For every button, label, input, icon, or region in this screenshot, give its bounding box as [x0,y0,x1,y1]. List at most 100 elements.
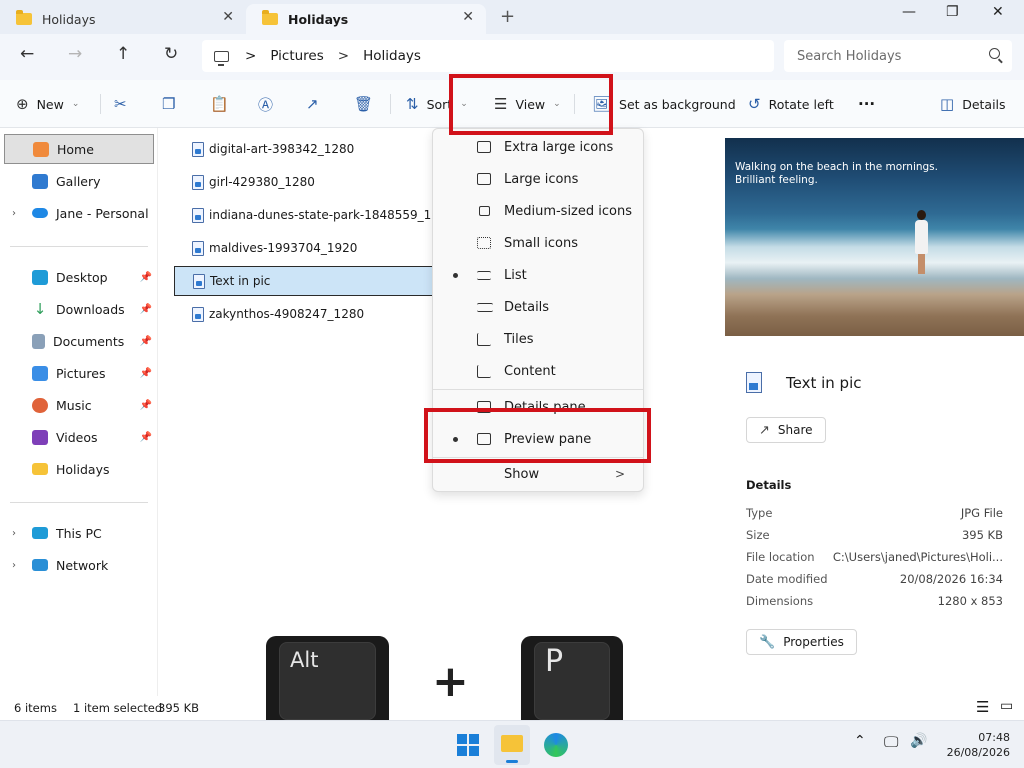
rotate-left-button[interactable]: ↺ Rotate left [748,80,834,128]
gallery-icon [32,173,48,189]
more-options-button[interactable]: ··· [858,80,875,128]
paste-button[interactable]: 📋 [210,80,237,128]
new-tab-button[interactable]: + [500,6,515,27]
breadcrumb-pictures[interactable]: Pictures [270,48,323,64]
back-button[interactable]: ← [20,44,34,64]
refresh-button[interactable]: ↻ [164,44,178,64]
sidebar-item-this-pc[interactable]: › This PC [4,518,154,548]
wrench-icon: 🔧 [759,634,776,650]
image-file-icon [192,207,204,223]
file-explorer-taskbar-button[interactable] [494,725,530,765]
crumb-separator: > [245,48,257,64]
image-file-icon [193,273,205,289]
chevron-right-icon[interactable]: › [12,528,16,539]
list-item-selected[interactable]: Text in pic [174,266,434,296]
tab-holidays-2[interactable]: Holidays ✕ [246,4,486,34]
photo-person [913,210,929,274]
sidebar-item-holidays[interactable]: Holidays [4,454,154,484]
menu-item-medium-icons[interactable]: Medium-sized icons [433,195,643,227]
sidebar-item-videos[interactable]: Videos 📌 [4,422,154,452]
set-as-background-button[interactable]: 🖼 Set as background [592,80,736,128]
sidebar-item-home[interactable]: Home [4,134,154,164]
sidebar-item-jane-personal[interactable]: › Jane - Personal [4,198,154,228]
list-item[interactable]: indiana-dunes-state-park-1848559_1280 [174,200,454,230]
list-item[interactable]: girl-429380_1280 [174,167,434,197]
preview-pane: Walking on the beach in the mornings. Br… [724,128,1024,696]
menu-item-content[interactable]: Content [433,355,643,387]
scissors-icon: ✂ [114,95,127,113]
chevron-right-icon[interactable]: › [12,208,16,219]
new-button[interactable]: ⊕ New ⌄ [16,80,79,128]
forward-button[interactable]: → [68,44,82,64]
sidebar-item-music[interactable]: Music 📌 [4,390,154,420]
chevron-up-icon[interactable]: ⌃ [854,733,866,749]
up-button[interactable]: ↑ [116,44,130,64]
windows-start-icon[interactable] [457,734,479,756]
navigation-pane: Home Gallery › Jane - Personal Desktop 📌… [0,128,158,696]
sidebar-item-gallery[interactable]: Gallery [4,166,154,196]
menu-item-large-icons[interactable]: Large icons [433,163,643,195]
close-window-button[interactable]: ✕ [992,4,1004,20]
selection-size: 395 KB [158,701,200,715]
sidebar-item-pictures[interactable]: Pictures 📌 [4,358,154,388]
home-icon [33,141,49,157]
menu-item-small-icons[interactable]: Small icons [433,227,643,259]
property-row: Dimensions 1280 x 853 [746,594,1003,608]
title-bar: Holidays ✕ Holidays ✕ + — ❐ ✕ [0,0,1024,34]
sidebar-item-network[interactable]: › Network [4,550,154,580]
image-preview: Walking on the beach in the mornings. Br… [725,138,1024,336]
details-heading: Details [746,478,792,492]
tiles-view-icon [477,332,491,346]
property-row: Date modified 20/08/2026 16:34 [746,572,1003,586]
close-tab-button[interactable]: ✕ [222,9,234,25]
chevron-right-icon[interactable]: › [12,560,16,571]
tiles-view-icon[interactable]: ▭ [1000,698,1013,714]
sort-icon: ⇅ [406,95,419,113]
rename-button[interactable]: Ⓐ [258,80,281,128]
onedrive-icon [32,208,48,218]
menu-item-details[interactable]: Details [433,291,643,323]
image-file-icon [192,240,204,256]
cut-button[interactable]: ✂ [114,80,135,128]
network-status-icon[interactable]: 🖵 [884,733,898,751]
tab-holidays-1[interactable]: Holidays ✕ [0,4,246,34]
small-icons-grid-icon [477,237,491,249]
details-view-icon[interactable]: ☰ [976,698,989,716]
menu-item-extra-large-icons[interactable]: Extra large icons [433,131,643,163]
share-button[interactable]: ↗ Share [746,417,826,443]
clipboard-icon: 📋 [210,95,229,113]
search-input[interactable]: Search Holidays [784,40,1012,72]
properties-button[interactable]: 🔧 Properties [746,629,857,655]
maximize-button[interactable]: ❐ [946,4,959,20]
crumb-separator: > [337,48,350,64]
system-clock[interactable]: 07:48 26/08/2026 [947,730,1010,760]
details-pane-button[interactable]: ◫ Details [940,80,1006,128]
pin-icon: 📌 [139,431,152,443]
tab-label: Holidays [288,11,349,27]
edge-browser-icon[interactable] [544,733,568,757]
list-item[interactable]: maldives-1993704_1920 [174,233,434,263]
minimize-button[interactable]: — [902,4,916,20]
menu-item-list[interactable]: List [433,259,643,291]
close-tab-button[interactable]: ✕ [462,9,474,25]
volume-icon[interactable]: 🔊 [910,733,927,749]
this-pc-icon [214,50,229,66]
item-count: 6 items [14,701,57,715]
sidebar-item-desktop[interactable]: Desktop 📌 [4,262,154,292]
delete-button[interactable]: 🗑 [354,80,381,128]
trash-icon: 🗑 [354,95,374,113]
list-item[interactable]: zakynthos-4908247_1280 [174,299,434,329]
sidebar-item-downloads[interactable]: ↓ Downloads 📌 [4,294,154,324]
pictures-icon [32,365,48,381]
pin-icon: 📌 [139,303,152,315]
list-item[interactable]: digital-art-398342_1280 [174,134,434,164]
copy-button[interactable]: ❐ [162,80,183,128]
sidebar-item-documents[interactable]: Documents 📌 [4,326,154,356]
rename-icon: Ⓐ [258,95,274,114]
breadcrumb-holidays[interactable]: Holidays [363,48,421,64]
image-file-icon [746,372,762,393]
address-box[interactable]: > Pictures > Holidays [202,40,774,72]
share-button[interactable]: ↗ [306,80,327,128]
large-icons-icon [477,173,491,185]
menu-item-tiles[interactable]: Tiles [433,323,643,355]
